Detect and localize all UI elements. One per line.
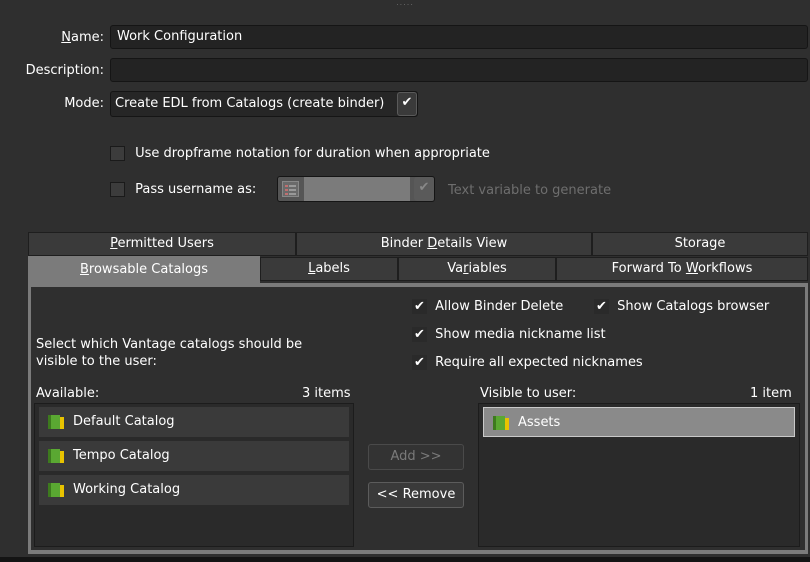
name-label: Name: [61,30,104,45]
username-variable-select[interactable]: ✔ [277,176,435,202]
tab-permitted-users[interactable]: Permitted Users [28,232,296,256]
list-item[interactable]: Assets [483,407,795,437]
dropframe-checkbox[interactable] [110,146,125,161]
name-field[interactable]: Work Configuration [110,25,808,49]
tab-browsable-catalogs[interactable]: Browsable Catalogs [28,256,260,284]
tab-forward-to-workflows[interactable]: Forward To Workflows [556,257,808,281]
add-button[interactable]: Add >> [368,444,464,470]
dropframe-option[interactable]: Use dropframe notation for duration when… [110,146,490,161]
description-label: Description: [25,63,104,78]
list-item-label: Tempo Catalog [73,448,170,463]
show-catalogs-browser-option[interactable]: ✔ Show Catalogs browser [594,299,769,314]
check-icon[interactable]: ✔ [594,299,609,314]
check-icon[interactable]: ✔ [412,355,427,370]
mode-select-value: Create EDL from Catalogs (create binder) [115,96,385,111]
show-media-nickname-option[interactable]: ✔ Show media nickname list [412,327,606,342]
variable-select-value [304,177,410,201]
dropframe-label: Use dropframe notation for duration when… [135,146,490,161]
chevron-down-icon[interactable]: ✔ [397,92,417,116]
pass-username-label: Pass username as: [135,182,257,197]
show-media-nickname-label: Show media nickname list [435,327,606,342]
list-item[interactable]: Default Catalog [39,407,349,437]
list-item[interactable]: Tempo Catalog [39,441,349,471]
catalog-icon [493,416,509,430]
catalogs-instructions: Select which Vantage catalogs should be … [36,337,303,369]
mode-select[interactable]: Create EDL from Catalogs (create binder)… [110,91,418,117]
remove-button[interactable]: << Remove [368,482,464,508]
visible-label: Visible to user: [480,386,577,401]
available-label: Available: [36,386,100,401]
require-nicknames-option[interactable]: ✔ Require all expected nicknames [412,355,643,370]
tab-labels[interactable]: Labels [260,257,398,281]
resize-grip[interactable]: ..... [392,0,418,7]
require-nicknames-label: Require all expected nicknames [435,355,643,370]
list-item[interactable]: Working Catalog [39,475,349,505]
catalog-icon [48,449,64,463]
mode-label: Mode: [64,96,104,111]
chevron-down-icon[interactable]: ✔ [414,177,434,201]
available-catalogs-list[interactable]: Default Catalog Tempo Catalog Working Ca… [34,403,354,547]
check-icon[interactable]: ✔ [412,299,427,314]
list-item-label: Assets [518,415,561,430]
pass-username-checkbox[interactable] [110,182,125,197]
variable-icon [282,181,299,197]
catalog-icon [48,415,64,429]
show-catalogs-browser-label: Show Catalogs browser [617,299,770,314]
visible-catalogs-list[interactable]: Assets [478,403,800,547]
check-icon[interactable]: ✔ [412,327,427,342]
tab-variables[interactable]: Variables [398,257,556,281]
bottom-border [0,557,810,562]
available-count: 3 items [302,386,351,401]
list-item-label: Working Catalog [73,482,181,497]
allow-binder-delete-option[interactable]: ✔ Allow Binder Delete [412,299,563,314]
pass-username-option[interactable]: Pass username as: [110,182,256,197]
list-item-label: Default Catalog [73,414,175,429]
variable-placeholder: Text variable to generate [448,183,612,198]
visible-count: 1 item [750,386,792,401]
description-field[interactable] [110,58,808,82]
allow-binder-delete-label: Allow Binder Delete [435,299,564,314]
catalog-icon [48,483,64,497]
tab-storage[interactable]: Storage [592,232,808,256]
tab-binder-details-view[interactable]: Binder Details View [296,232,592,256]
